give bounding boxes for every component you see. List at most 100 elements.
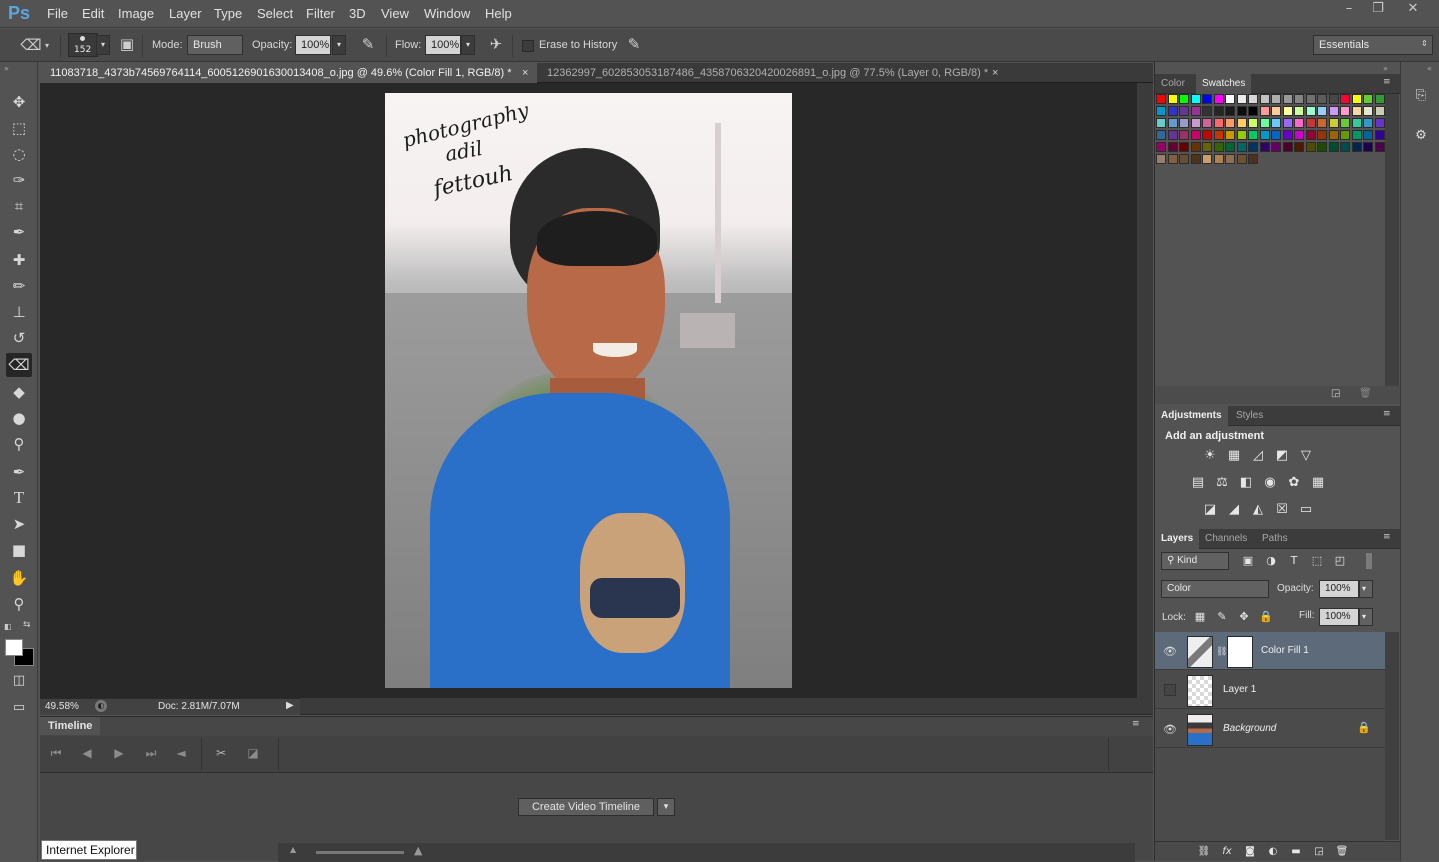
- color-swatch[interactable]: [1294, 118, 1304, 128]
- color-swatch[interactable]: [1236, 106, 1247, 116]
- history-panel-icon[interactable]: ⎘: [1411, 88, 1431, 108]
- quick-mask-icon[interactable]: ◫: [6, 669, 32, 693]
- color-swatch[interactable]: [1271, 130, 1281, 140]
- create-video-timeline-button[interactable]: Create Video Timeline: [518, 798, 654, 816]
- color-swatch[interactable]: [1328, 106, 1339, 116]
- lock-position-icon[interactable]: ✥: [1235, 609, 1253, 625]
- color-swatch[interactable]: [1328, 94, 1339, 104]
- first-frame-icon[interactable]: ⏮: [45, 746, 67, 761]
- color-swatch[interactable]: [1271, 142, 1281, 152]
- color-swatch[interactable]: [1259, 142, 1270, 152]
- color-swatch[interactable]: [1156, 154, 1166, 164]
- color-swatch[interactable]: [1305, 118, 1316, 128]
- color-swatch[interactable]: [1282, 94, 1293, 104]
- color-swatch[interactable]: [1282, 106, 1293, 116]
- color-swatch[interactable]: [1225, 118, 1235, 128]
- dodge-tool-icon[interactable]: ⚲: [6, 432, 32, 456]
- brush-panel-toggle-icon[interactable]: ▣: [116, 35, 138, 53]
- pressure-opacity-icon[interactable]: ✎: [356, 35, 380, 53]
- visibility-off-box[interactable]: [1164, 684, 1176, 696]
- color-swatch[interactable]: [1340, 142, 1350, 152]
- tab-paths[interactable]: Paths: [1256, 529, 1294, 549]
- color-swatch[interactable]: [1236, 142, 1247, 152]
- color-swatch[interactable]: [1340, 94, 1350, 104]
- create-timeline-dropdown-icon[interactable]: ▾: [657, 798, 675, 816]
- layer-mask-thumbnail[interactable]: [1227, 636, 1253, 668]
- color-swatch[interactable]: [1248, 118, 1258, 128]
- eyedropper-tool-icon[interactable]: ✒: [6, 220, 32, 244]
- color-swatch[interactable]: [1305, 130, 1316, 140]
- zoom-in-mountain-icon[interactable]: ▲: [414, 844, 422, 857]
- lock-all-icon[interactable]: 🔒: [1257, 609, 1275, 625]
- panel-menu-icon[interactable]: ≡: [1383, 77, 1391, 87]
- color-swatch[interactable]: [1363, 106, 1373, 116]
- hue-saturation-icon[interactable]: ▤: [1189, 475, 1207, 491]
- timeline-tab[interactable]: Timeline: [40, 717, 100, 735]
- hand-tool-icon[interactable]: ✋: [6, 566, 32, 590]
- eraser-preset-icon[interactable]: ⌫: [20, 36, 42, 54]
- posterize-icon[interactable]: ◢: [1225, 502, 1243, 518]
- brightness-contrast-icon[interactable]: ☀: [1201, 448, 1219, 464]
- color-swatch[interactable]: [1259, 130, 1270, 140]
- delete-swatch-icon[interactable]: 🗑: [1359, 388, 1372, 399]
- color-swatch[interactable]: [1179, 94, 1189, 104]
- color-swatch[interactable]: [1340, 130, 1350, 140]
- visibility-eye-icon[interactable]: 👁: [1163, 645, 1177, 658]
- lock-transparent-icon[interactable]: ▦: [1191, 609, 1209, 625]
- color-swatch[interactable]: [1317, 106, 1327, 116]
- timeline-zoom-slider[interactable]: [316, 851, 404, 854]
- layer-opacity-dropdown[interactable]: ▾: [1359, 580, 1373, 598]
- color-swatch[interactable]: [1351, 130, 1362, 140]
- layers-scrollbar[interactable]: [1385, 632, 1399, 840]
- menu-window[interactable]: Window: [424, 6, 470, 21]
- brush-size-picker[interactable]: 152: [68, 33, 98, 57]
- color-swatch[interactable]: [1213, 154, 1224, 164]
- new-group-icon[interactable]: ▬: [1287, 844, 1305, 860]
- panel-menu-icon[interactable]: ≡: [1383, 409, 1391, 419]
- color-swatch[interactable]: [1282, 142, 1293, 152]
- layer-filter-kind[interactable]: ⚲ Kind: [1161, 552, 1229, 570]
- color-swatch[interactable]: [1340, 106, 1350, 116]
- new-layer-icon[interactable]: ◲: [1310, 844, 1328, 860]
- filter-shape-icon[interactable]: ⬚: [1308, 553, 1326, 569]
- color-swatch[interactable]: [1236, 130, 1247, 140]
- screen-mode-icon[interactable]: ▭: [6, 696, 32, 720]
- color-swatch[interactable]: [1202, 130, 1212, 140]
- color-swatch[interactable]: [1363, 142, 1373, 152]
- color-swatch[interactable]: [1167, 94, 1178, 104]
- collapse-tools-icon[interactable]: »: [4, 64, 9, 73]
- color-swatch[interactable]: [1328, 118, 1339, 128]
- color-swatch[interactable]: [1374, 118, 1385, 128]
- tab-channels[interactable]: Channels: [1199, 529, 1253, 549]
- canvas-image[interactable]: photography adil fettouh: [385, 93, 792, 688]
- color-swatch[interactable]: [1179, 106, 1189, 116]
- delete-layer-icon[interactable]: 🗑: [1333, 844, 1351, 860]
- color-swatch[interactable]: [1190, 154, 1201, 164]
- color-swatch[interactable]: [1248, 94, 1258, 104]
- color-swatch[interactable]: [1317, 118, 1327, 128]
- color-swatch[interactable]: [1167, 142, 1178, 152]
- color-swatch[interactable]: [1282, 130, 1293, 140]
- move-tool-icon[interactable]: ✥: [6, 90, 32, 114]
- color-swatch[interactable]: [1259, 106, 1270, 116]
- transition-icon[interactable]: ◪: [242, 746, 264, 760]
- lasso-tool-icon[interactable]: ◌: [6, 142, 32, 166]
- color-swatch[interactable]: [1156, 94, 1166, 104]
- opacity-dropdown[interactable]: ▾: [332, 35, 346, 55]
- layer-style-icon[interactable]: fx: [1218, 844, 1236, 860]
- color-swatch[interactable]: [1294, 106, 1304, 116]
- menu-layer[interactable]: Layer: [169, 6, 202, 21]
- fill-dropdown[interactable]: ▾: [1359, 608, 1373, 626]
- layer-row-layer1[interactable]: Layer 1: [1155, 671, 1385, 709]
- color-swatch[interactable]: [1225, 94, 1235, 104]
- color-swatch[interactable]: [1294, 130, 1304, 140]
- color-swatch[interactable]: [1236, 94, 1247, 104]
- curves-icon[interactable]: ◿: [1249, 448, 1267, 464]
- clone-stamp-tool-icon[interactable]: ⊥: [6, 300, 32, 324]
- document-tab-active[interactable]: 11083718_4373b74569764114_60051269016300…: [40, 63, 537, 83]
- color-swatch[interactable]: [1225, 106, 1235, 116]
- color-swatch[interactable]: [1271, 94, 1281, 104]
- mode-select[interactable]: Brush: [187, 35, 243, 55]
- color-swatch[interactable]: [1156, 106, 1166, 116]
- color-swatch[interactable]: [1317, 142, 1327, 152]
